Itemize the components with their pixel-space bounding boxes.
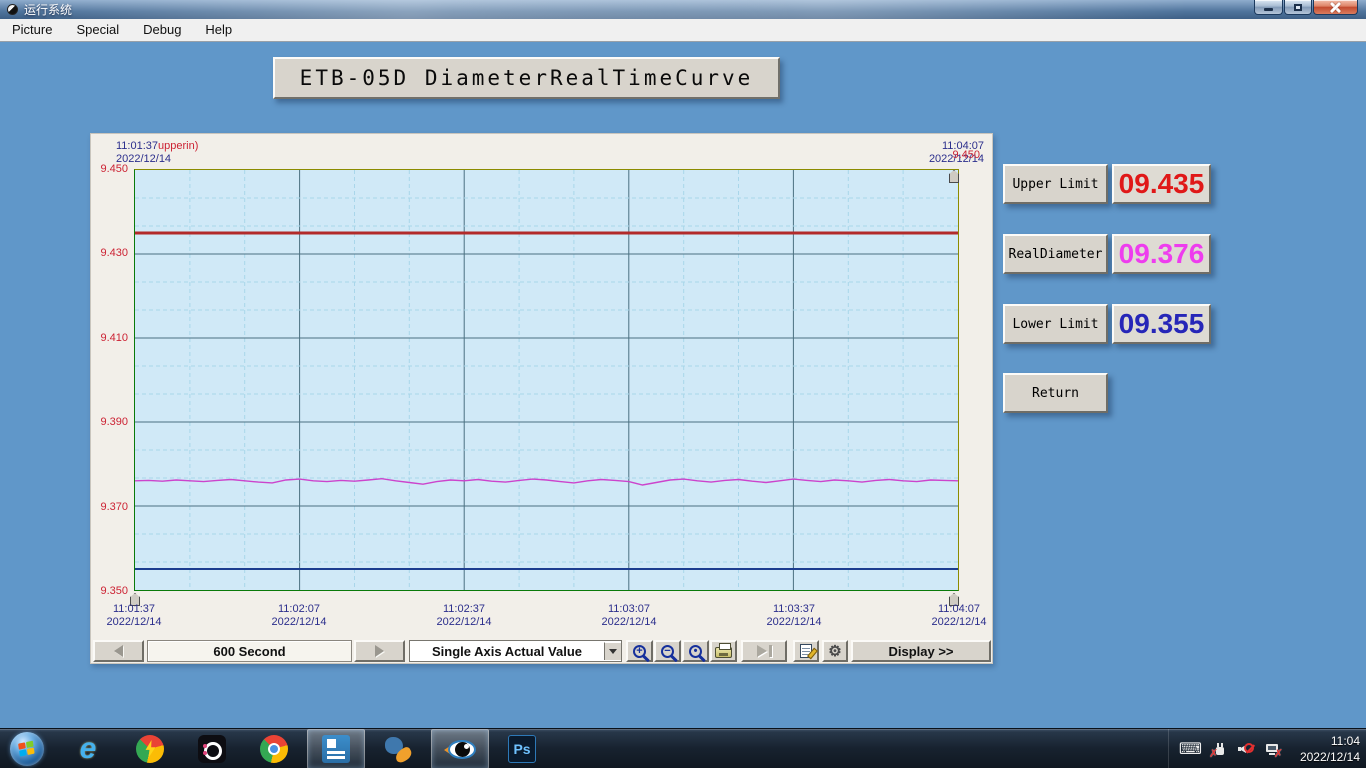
real-diameter-value: 09.376 xyxy=(1112,234,1211,274)
mode-dropdown-button[interactable] xyxy=(604,642,621,660)
x-tick-label: 11:03:072022/12/14 xyxy=(589,603,669,629)
taskbar-config-tool[interactable] xyxy=(369,729,427,768)
menu-debug[interactable]: Debug xyxy=(131,19,193,41)
taskbar-document-app[interactable] xyxy=(307,729,365,768)
display-button[interactable]: Display >> xyxy=(851,640,991,662)
report-icon xyxy=(800,644,812,658)
zoom-reset-icon: • xyxy=(689,645,702,658)
return-button[interactable]: Return xyxy=(1003,373,1108,413)
internet-explorer-icon: e xyxy=(80,734,97,764)
desktop: 运行系统 Picture Special Debug Help ETB-05D … xyxy=(0,0,1366,768)
taskbar-screen-recorder[interactable] xyxy=(183,729,241,768)
photoshop-icon: Ps xyxy=(508,735,536,763)
config-tool-icon xyxy=(384,735,412,763)
play-pause-button[interactable] xyxy=(741,640,787,662)
window-title: 运行系统 xyxy=(24,1,72,18)
real-diameter-button[interactable]: RealDiameter xyxy=(1003,234,1108,274)
right-arrow-icon xyxy=(375,645,384,657)
curve-start-label: 11:01:37upperin) xyxy=(116,140,198,152)
right-axis-top-label: 9.450 xyxy=(952,149,980,161)
time-span-field[interactable]: 600 Second xyxy=(147,640,352,662)
menu-help[interactable]: Help xyxy=(193,19,244,41)
minimize-button[interactable] xyxy=(1254,0,1283,15)
screen-recorder-icon xyxy=(198,735,226,763)
windows-flag-icon xyxy=(18,740,36,758)
chrome-icon xyxy=(260,735,288,763)
x-tick-label: 11:03:372022/12/14 xyxy=(754,603,834,629)
taskbar-photoshop[interactable]: Ps xyxy=(493,729,551,768)
lower-limit-value: 09.355 xyxy=(1112,304,1211,344)
plot-canvas xyxy=(135,170,958,590)
play-pause-icon xyxy=(757,645,772,657)
x-tick-label: 11:02:372022/12/14 xyxy=(424,603,504,629)
taskbar-chrome[interactable] xyxy=(245,729,303,768)
gear-icon: ⚙ xyxy=(828,644,841,659)
keyboard-icon[interactable]: ⌨ xyxy=(1179,741,1202,757)
y-tick-label: 9.350 xyxy=(91,585,128,597)
chart-toolbar: 600 Second Single Axis Actual Value + − … xyxy=(91,640,994,665)
left-arrow-icon xyxy=(114,645,123,657)
menu-bar: Picture Special Debug Help xyxy=(0,19,1366,42)
zoom-out-button[interactable]: − xyxy=(654,640,681,662)
y-tick-label: 9.390 xyxy=(91,416,128,428)
app-icon xyxy=(7,4,18,15)
lower-limit-button[interactable]: Lower Limit xyxy=(1003,304,1108,344)
clock-time: 11:04 xyxy=(1282,733,1360,749)
document-app-icon xyxy=(322,735,350,763)
upper-limit-value: 09.435 xyxy=(1112,164,1211,204)
y-tick-label: 9.450 xyxy=(91,163,128,175)
taskbar: e Ps ⌨ ✗ ✗ 11:04 2022/12/14 xyxy=(0,728,1366,768)
zoom-out-icon: − xyxy=(661,645,674,658)
clock-date: 2022/12/14 xyxy=(1282,749,1360,765)
caption-buttons xyxy=(1253,0,1358,15)
settings-button[interactable]: ⚙ xyxy=(822,640,848,662)
browser-bolt-icon xyxy=(136,735,164,763)
scroll-right-button[interactable] xyxy=(354,640,405,662)
y-tick-label: 9.430 xyxy=(91,247,128,259)
network-disconnected-icon[interactable]: ✗ xyxy=(1264,741,1280,757)
restore-icon xyxy=(1294,4,1302,11)
menu-picture[interactable]: Picture xyxy=(0,19,64,41)
taskbar-internet-explorer[interactable]: e xyxy=(59,729,117,768)
page-title: ETB-05D DiameterRealTimeCurve xyxy=(273,57,780,99)
chart-panel: 11:01:37upperin) 2022/12/14 11:04:07 202… xyxy=(90,133,993,664)
start-button[interactable] xyxy=(10,732,44,766)
taskbar-eye-viewer[interactable] xyxy=(431,729,489,768)
audio-muted-icon[interactable] xyxy=(1238,741,1254,757)
window-titlebar: 运行系统 xyxy=(0,0,1366,19)
mode-select-value: Single Axis Actual Value xyxy=(410,644,604,659)
print-button[interactable] xyxy=(710,640,737,662)
chevron-down-icon xyxy=(609,649,617,654)
plot-area xyxy=(134,169,959,591)
menu-special[interactable]: Special xyxy=(64,19,131,41)
taskbar-clock[interactable]: 11:04 2022/12/14 xyxy=(1282,733,1360,765)
x-tick-label: 11:01:372022/12/14 xyxy=(94,603,174,629)
y-tick-label: 9.410 xyxy=(91,332,128,344)
zoom-reset-button[interactable]: • xyxy=(682,640,709,662)
taskbar-browser-bolt[interactable] xyxy=(121,729,179,768)
restore-button[interactable] xyxy=(1284,0,1312,15)
x-tick-label: 11:02:072022/12/14 xyxy=(259,603,339,629)
zoom-in-icon: + xyxy=(633,645,646,658)
close-button[interactable] xyxy=(1313,0,1358,15)
power-plug-disabled-icon[interactable]: ✗ xyxy=(1212,741,1228,757)
y-tick-label: 9.370 xyxy=(91,501,128,513)
mode-select[interactable]: Single Axis Actual Value xyxy=(409,640,622,662)
x-tick-label: 11:04:072022/12/14 xyxy=(919,603,999,629)
eye-viewer-icon xyxy=(444,740,476,759)
upper-limit-button[interactable]: Upper Limit xyxy=(1003,164,1108,204)
report-button[interactable] xyxy=(793,640,819,662)
printer-icon xyxy=(715,647,732,658)
zoom-in-button[interactable]: + xyxy=(626,640,653,662)
minimize-icon xyxy=(1264,8,1273,11)
system-tray: ⌨ ✗ ✗ xyxy=(1168,729,1280,768)
scroll-left-button[interactable] xyxy=(93,640,144,662)
